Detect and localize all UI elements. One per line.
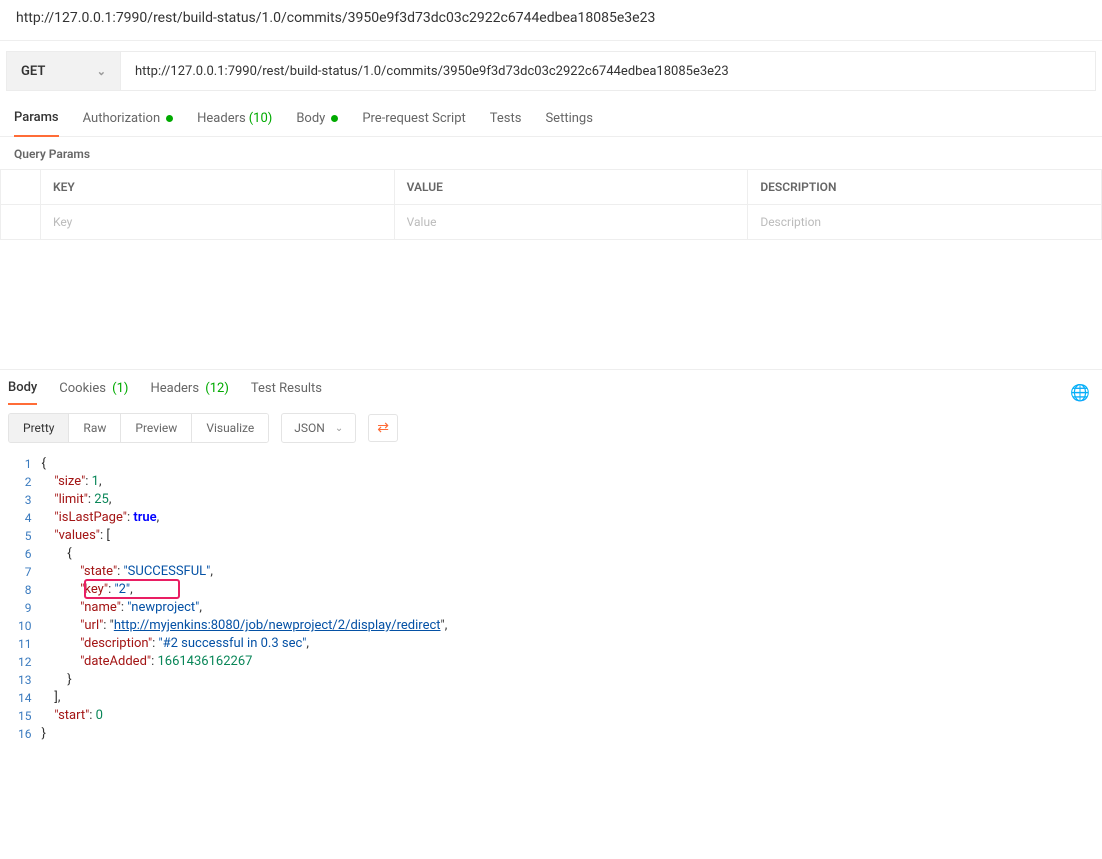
key-input[interactable]	[53, 215, 382, 229]
format-label: JSON	[294, 421, 325, 435]
ln: 8	[18, 581, 32, 599]
ln: 1	[18, 455, 32, 473]
format-select[interactable]: JSON ⌄	[281, 413, 356, 443]
tab-body-label: Body	[296, 111, 325, 126]
tab-prerequest[interactable]: Pre-request Script	[362, 101, 465, 137]
ln: 13	[18, 671, 32, 689]
checkbox-cell[interactable]	[1, 205, 41, 240]
table-header-row: KEY VALUE DESCRIPTION	[1, 170, 1102, 205]
code-lines[interactable]: { "size": 1, "limit": 25, "isLastPage": …	[42, 455, 1102, 743]
ln: 5	[18, 527, 32, 545]
chevron-down-icon: ⌄	[97, 65, 106, 78]
ln: 3	[18, 491, 32, 509]
globe-icon[interactable]: 🌐	[1070, 383, 1094, 402]
method-select[interactable]: GET ⌄	[6, 51, 121, 91]
ln: 9	[18, 599, 32, 617]
tab-auth-label: Authorization	[83, 111, 161, 126]
desc-input[interactable]	[760, 215, 1089, 229]
visualize-button[interactable]: Visualize	[192, 414, 268, 442]
code-viewer: 1 2 3 4 5 6 7 8 9 10 11 12 13 14 15 16 {…	[0, 451, 1102, 783]
response-toolbar: Pretty Raw Preview Visualize JSON ⌄ ⇄	[0, 405, 1102, 451]
checkbox-col-header	[1, 170, 41, 205]
key-header: KEY	[41, 170, 395, 205]
line-numbers: 1 2 3 4 5 6 7 8 9 10 11 12 13 14 15 16	[0, 455, 42, 743]
resp-tab-testresults[interactable]: Test Results	[251, 381, 322, 404]
status-dot-icon	[331, 115, 338, 122]
params-table: KEY VALUE DESCRIPTION	[0, 169, 1102, 240]
resp-tab-body[interactable]: Body	[8, 380, 37, 405]
tab-settings[interactable]: Settings	[545, 101, 592, 137]
ln: 14	[18, 689, 32, 707]
tab-authorization[interactable]: Authorization	[83, 101, 174, 137]
tab-headers-label: Headers	[197, 111, 246, 126]
tab-headers-count: (10)	[249, 111, 273, 126]
raw-button[interactable]: Raw	[69, 414, 121, 442]
request-tabs: Params Authorization Headers (10) Body P…	[0, 101, 1102, 137]
tab-tests[interactable]: Tests	[490, 101, 522, 137]
ln: 2	[18, 473, 32, 491]
url-input[interactable]: http://127.0.0.1:7990/rest/build-status/…	[121, 51, 1096, 91]
resp-headers-label: Headers	[150, 381, 199, 396]
ln: 16	[18, 725, 32, 743]
tab-headers[interactable]: Headers (10)	[197, 101, 272, 137]
pretty-button[interactable]: Pretty	[9, 414, 69, 442]
preview-button[interactable]: Preview	[121, 414, 192, 442]
chevron-down-icon: ⌄	[335, 423, 343, 434]
resp-cookies-label: Cookies	[59, 381, 106, 396]
resp-headers-count: (12)	[205, 381, 229, 396]
view-mode-group: Pretty Raw Preview Visualize	[8, 413, 269, 443]
query-params-title: Query Params	[0, 137, 1102, 169]
ln: 10	[18, 617, 32, 635]
wrap-lines-button[interactable]: ⇄	[368, 414, 398, 442]
resp-cookies-count: (1)	[112, 381, 128, 396]
response-tabs: Body Cookies (1) Headers (12) Test Resul…	[0, 370, 1102, 405]
status-dot-icon	[166, 115, 173, 122]
ln: 11	[18, 635, 32, 653]
ln: 15	[18, 707, 32, 725]
resp-tab-headers[interactable]: Headers (12)	[150, 381, 228, 404]
address-bar: http://127.0.0.1:7990/rest/build-status/…	[0, 0, 1102, 41]
ln: 12	[18, 653, 32, 671]
ln: 4	[18, 509, 32, 527]
request-row: GET ⌄ http://127.0.0.1:7990/rest/build-s…	[0, 41, 1102, 101]
value-input[interactable]	[407, 215, 736, 229]
ln: 6	[18, 545, 32, 563]
method-label: GET	[21, 64, 45, 79]
ln: 7	[18, 563, 32, 581]
tab-params[interactable]: Params	[14, 101, 59, 137]
table-row	[1, 205, 1102, 240]
resp-tab-cookies[interactable]: Cookies (1)	[59, 381, 128, 404]
value-header: VALUE	[394, 170, 748, 205]
desc-header: DESCRIPTION	[748, 170, 1102, 205]
tab-body[interactable]: Body	[296, 101, 338, 137]
